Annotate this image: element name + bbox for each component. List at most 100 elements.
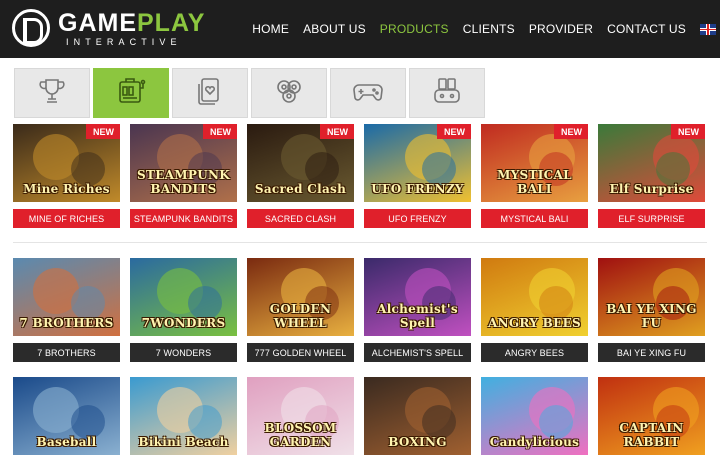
game-title-button[interactable]: MYSTICAL BALI: [481, 209, 588, 228]
game-logo-text: ANGRY BEES: [488, 316, 581, 330]
game-card[interactable]: Candylicious: [481, 377, 588, 455]
game-card[interactable]: Mine Riches NEW MINE OF RICHES: [13, 124, 120, 228]
game-card[interactable]: Sacred Clash NEW SACRED CLASH: [247, 124, 354, 228]
game-logo-text: BLOSSOM GARDEN: [264, 421, 337, 449]
logo-tagline: INTERACTIVE: [66, 37, 182, 47]
logo-mark-icon: [12, 9, 50, 47]
game-thumbnail[interactable]: ANGRY BEES: [481, 258, 588, 336]
game-thumbnail[interactable]: BAI YE XING FU: [598, 258, 705, 336]
game-logo-text: 7WONDERS: [141, 316, 226, 330]
nav-item-products[interactable]: PRODUCTS: [380, 22, 449, 36]
game-card[interactable]: 7WONDERS 7 WONDERS: [130, 258, 237, 362]
game-thumbnail[interactable]: STEAMPUNK BANDITS NEW: [130, 124, 237, 202]
game-logo-text: Baseball: [36, 435, 97, 449]
game-card[interactable]: MYSTICAL BALI NEW MYSTICAL BALI: [481, 124, 588, 228]
artwork-decoration: [71, 405, 105, 439]
game-logo-text: Elf Surprise: [609, 182, 694, 196]
game-thumbnail[interactable]: Candylicious: [481, 377, 588, 455]
game-thumbnail[interactable]: BLOSSOM GARDEN: [247, 377, 354, 455]
game-card[interactable]: STEAMPUNK BANDITS NEW STEAMPUNK BANDITS: [130, 124, 237, 228]
game-card[interactable]: GOLDEN WHEEL 777 GOLDEN WHEEL: [247, 258, 354, 362]
artwork-decoration: [71, 286, 105, 320]
new-games-row: Mine Riches NEW MINE OF RICHES STEAMPUNK BA…: [13, 124, 715, 228]
section-divider: [13, 242, 707, 243]
nav-item-contact-us[interactable]: CONTACT US: [607, 22, 686, 36]
artwork-decoration: [422, 405, 456, 439]
category-tabs: [14, 68, 488, 118]
casino-chips-icon: [272, 76, 306, 111]
game-card[interactable]: Alchemist's Spell ALCHEMIST'S SPELL: [364, 258, 471, 362]
artwork-decoration: [188, 405, 222, 439]
gameplay-logo[interactable]: GAMEPLAY INTERACTIVE: [12, 9, 204, 49]
game-thumbnail[interactable]: Baseball: [13, 377, 120, 455]
game-thumbnail[interactable]: Bikini Beach: [130, 377, 237, 455]
nav-item-home[interactable]: HOME: [252, 22, 289, 36]
game-thumbnail[interactable]: 7WONDERS: [130, 258, 237, 336]
tab-playing-cards[interactable]: [172, 68, 248, 118]
game-title-button[interactable]: ELF SURPRISE: [598, 209, 705, 228]
game-thumbnail[interactable]: UFO FRENZY NEW: [364, 124, 471, 202]
game-card[interactable]: Bikini Beach: [130, 377, 237, 455]
game-logo-text: UFO FRENZY: [371, 182, 464, 196]
game-title-button[interactable]: SACRED CLASH: [247, 209, 354, 228]
game-title-button[interactable]: 7 BROTHERS: [13, 343, 120, 362]
game-card[interactable]: UFO FRENZY NEW UFO FRENZY: [364, 124, 471, 228]
game-thumbnail[interactable]: BOXING: [364, 377, 471, 455]
tab-trophy[interactable]: [14, 68, 90, 118]
game-logo-text: 7 BROTHERS: [19, 316, 114, 330]
game-thumbnail[interactable]: Sacred Clash NEW: [247, 124, 354, 202]
game-thumbnail[interactable]: Elf Surprise NEW: [598, 124, 705, 202]
game-thumbnail[interactable]: GOLDEN WHEEL: [247, 258, 354, 336]
game-logo-text: GOLDEN WHEEL: [269, 302, 332, 330]
games-row: Baseball Bikini Beach BLOSSOM GARDEN BOXING…: [13, 377, 715, 455]
nav-item-about-us[interactable]: ABOUT US: [303, 22, 366, 36]
new-badge: NEW: [203, 124, 237, 139]
game-title-button[interactable]: 7 WONDERS: [130, 343, 237, 362]
nav-item-clients[interactable]: CLIENTS: [463, 22, 515, 36]
game-title-button[interactable]: 777 GOLDEN WHEEL: [247, 343, 354, 362]
artwork-decoration: [422, 152, 456, 186]
game-logo-text: CAPTAIN RABBIT: [619, 421, 684, 449]
new-badge: NEW: [554, 124, 588, 139]
table-games-icon: [430, 76, 464, 111]
nav-item-provider[interactable]: PROVIDER: [529, 22, 593, 36]
game-title-button[interactable]: MINE OF RICHES: [13, 209, 120, 228]
game-card[interactable]: CAPTAIN RABBIT: [598, 377, 705, 455]
artwork-decoration: [305, 152, 339, 186]
game-thumbnail[interactable]: Alchemist's Spell: [364, 258, 471, 336]
game-logo-text: Candylicious: [489, 435, 580, 449]
tab-table-games[interactable]: [409, 68, 485, 118]
game-card[interactable]: BOXING: [364, 377, 471, 455]
game-title-button[interactable]: BAI YE XING FU: [598, 343, 705, 362]
game-title-button[interactable]: STEAMPUNK BANDITS: [130, 209, 237, 228]
game-thumbnail[interactable]: Mine Riches NEW: [13, 124, 120, 202]
game-logo-text: Bikini Beach: [138, 435, 229, 449]
game-card[interactable]: ANGRY BEES ANGRY BEES: [481, 258, 588, 362]
game-title-button[interactable]: UFO FRENZY: [364, 209, 471, 228]
game-logo-text: BOXING: [388, 435, 447, 449]
tab-gamepad[interactable]: [330, 68, 406, 118]
uk-flag-icon[interactable]: [700, 23, 716, 35]
new-badge: NEW: [671, 124, 705, 139]
game-title-button[interactable]: ANGRY BEES: [481, 343, 588, 362]
game-logo-text: STEAMPUNK BANDITS: [137, 168, 230, 196]
game-card[interactable]: 7 BROTHERS 7 BROTHERS: [13, 258, 120, 362]
game-thumbnail[interactable]: MYSTICAL BALI NEW: [481, 124, 588, 202]
game-card[interactable]: BAI YE XING FU BAI YE XING FU: [598, 258, 705, 362]
main-nav: HOME ABOUT US PRODUCTS CLIENTS PROVIDER CONTA…: [238, 0, 720, 58]
site-header: GAMEPLAY INTERACTIVE HOME ABOUT US PRODUCT…: [0, 0, 720, 58]
game-logo-text: Alchemist's Spell: [377, 302, 458, 330]
game-card[interactable]: Baseball: [13, 377, 120, 455]
tab-casino-chips[interactable]: [251, 68, 327, 118]
game-card[interactable]: BLOSSOM GARDEN: [247, 377, 354, 455]
playing-cards-icon: [193, 76, 227, 111]
games-row: 7 BROTHERS 7 BROTHERS 7WONDERS 7 WONDERS GOL…: [13, 258, 715, 362]
game-thumbnail[interactable]: CAPTAIN RABBIT: [598, 377, 705, 455]
game-card[interactable]: Elf Surprise NEW ELF SURPRISE: [598, 124, 705, 228]
tab-slot-machine[interactable]: [93, 68, 169, 118]
game-logo-text: MYSTICAL BALI: [497, 168, 572, 196]
game-title-button[interactable]: ALCHEMIST'S SPELL: [364, 343, 471, 362]
game-thumbnail[interactable]: 7 BROTHERS: [13, 258, 120, 336]
artwork-decoration: [656, 152, 690, 186]
new-badge: NEW: [437, 124, 471, 139]
